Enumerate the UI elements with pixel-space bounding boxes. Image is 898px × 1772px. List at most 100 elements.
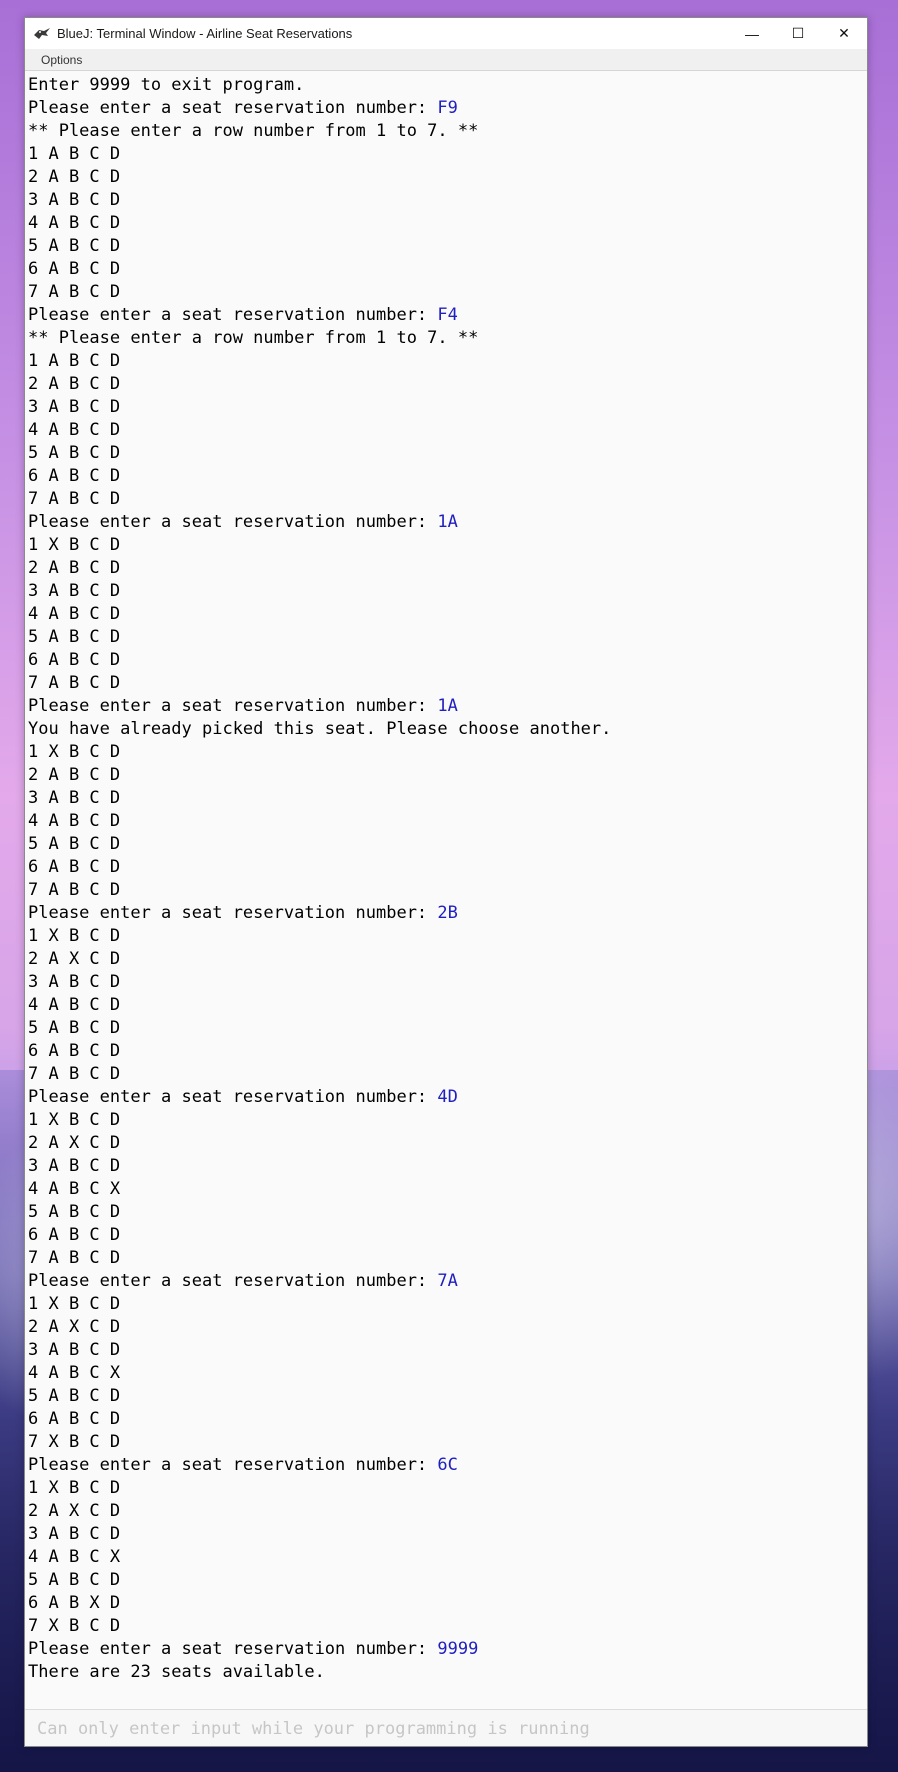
terminal-line: 5 A B C D — [28, 235, 864, 258]
maximize-button[interactable]: ☐ — [775, 18, 821, 49]
terminal-line-text: 6 A B C D — [28, 1041, 121, 1061]
terminal-line-text: Please enter a seat reservation number: — [28, 1639, 438, 1659]
terminal-output[interactable]: Enter 9999 to exit program. Please enter … — [28, 74, 864, 1677]
user-input-value: 2B — [437, 903, 458, 923]
terminal-line: 6 A B C D — [28, 1040, 864, 1063]
terminal-line-text: Please enter a seat reservation number: — [28, 1455, 438, 1475]
terminal-line-text: 4 A B C D — [28, 604, 121, 624]
terminal-line: 7 X B C D — [28, 1615, 864, 1638]
terminal-input-field[interactable] — [35, 1716, 859, 1742]
terminal-line-text: 7 A B C D — [28, 489, 121, 509]
terminal-line-text: 6 A B X D — [28, 1593, 121, 1613]
terminal-line-text: 1 X B C D — [28, 1478, 121, 1498]
terminal-line-text: 3 A B C D — [28, 788, 121, 808]
terminal-line-text: Please enter a seat reservation number: — [28, 98, 438, 118]
user-input-value: F4 — [437, 305, 458, 325]
terminal-line-text: 3 A B C D — [28, 1524, 121, 1544]
terminal-line: 2 A B C D — [28, 373, 864, 396]
maximize-icon: ☐ — [791, 25, 805, 41]
terminal-line: 2 A B C D — [28, 764, 864, 787]
terminal-line-text: There are 23 seats available. — [28, 1662, 325, 1677]
title-bar[interactable]: BlueJ: Terminal Window - Airline Seat Re… — [25, 18, 867, 49]
terminal-line: 1 X B C D — [28, 1109, 864, 1132]
terminal-line: 3 A B C D — [28, 1523, 864, 1546]
terminal-line-text: 7 X B C D — [28, 1616, 121, 1636]
terminal-line: Enter 9999 to exit program. — [28, 74, 864, 97]
terminal-line: 6 A B C D — [28, 1224, 864, 1247]
terminal-line-text: 1 A B C D — [28, 144, 121, 164]
terminal-line: 2 A X C D — [28, 1316, 864, 1339]
terminal-line: 4 A B C X — [28, 1546, 864, 1569]
terminal-line: 7 A B C D — [28, 672, 864, 695]
terminal-line-text: 5 A B C D — [28, 834, 121, 854]
terminal-line-text: 3 A B C D — [28, 1340, 121, 1360]
terminal-line-text: Please enter a seat reservation number: — [28, 696, 438, 716]
terminal-line: 5 A B C D — [28, 1569, 864, 1592]
terminal-line: 4 A B C D — [28, 810, 864, 833]
terminal-line: 6 A B X D — [28, 1592, 864, 1615]
terminal-line: 3 A B C D — [28, 971, 864, 994]
terminal-line: 5 A B C D — [28, 833, 864, 856]
terminal-line-text: 2 A B C D — [28, 558, 121, 578]
terminal-line-text: 7 X B C D — [28, 1432, 121, 1452]
user-input-value: 6C — [437, 1455, 458, 1475]
terminal-line: 4 A B C X — [28, 1362, 864, 1385]
terminal-line: 6 A B C D — [28, 856, 864, 879]
terminal-line-text: 6 A B C D — [28, 466, 121, 486]
user-input-value: 1A — [437, 512, 458, 532]
terminal-line-text: 5 A B C D — [28, 443, 121, 463]
terminal-line: 1 X B C D — [28, 1293, 864, 1316]
terminal-line: Please enter a seat reservation number: … — [28, 1270, 864, 1293]
terminal-line: 4 A B C D — [28, 419, 864, 442]
user-input-value: 9999 — [437, 1639, 479, 1659]
terminal-line-text: 2 A B C D — [28, 765, 121, 785]
terminal-line: 2 A X C D — [28, 1132, 864, 1155]
terminal-line: 1 A B C D — [28, 350, 864, 373]
minimize-button[interactable]: — — [729, 18, 775, 49]
terminal-line-text: 4 A B C D — [28, 811, 121, 831]
terminal-line: 4 A B C X — [28, 1178, 864, 1201]
terminal-line-text: 6 A B C D — [28, 1409, 121, 1429]
user-input-value: 4D — [437, 1087, 458, 1107]
terminal-line: Please enter a seat reservation number: … — [28, 1638, 864, 1661]
terminal-line: 1 X B C D — [28, 925, 864, 948]
terminal-line-text: ** Please enter a row number from 1 to 7… — [28, 328, 479, 348]
terminal-line-text: You have already picked this seat. Pleas… — [28, 719, 612, 739]
terminal-line-text: 2 A B C D — [28, 374, 121, 394]
terminal-line-text: 4 A B C D — [28, 420, 121, 440]
terminal-line-text: 3 A B C D — [28, 397, 121, 417]
terminal-line-text: Please enter a seat reservation number: — [28, 512, 438, 532]
terminal-line-text: 3 A B C D — [28, 1156, 121, 1176]
terminal-line-text: 1 X B C D — [28, 1110, 121, 1130]
terminal-line: 5 A B C D — [28, 1017, 864, 1040]
terminal-line: 3 A B C D — [28, 1155, 864, 1178]
terminal-line-text: 2 A X C D — [28, 949, 121, 969]
terminal-line-text: Please enter a seat reservation number: — [28, 903, 438, 923]
terminal-line: Please enter a seat reservation number: … — [28, 902, 864, 925]
terminal-line-text: 5 A B C D — [28, 1202, 121, 1222]
terminal-line-text: 5 A B C D — [28, 627, 121, 647]
terminal-line: You have already picked this seat. Pleas… — [28, 718, 864, 741]
terminal-line: 1 X B C D — [28, 1477, 864, 1500]
terminal-line: Please enter a seat reservation number: … — [28, 1454, 864, 1477]
terminal-line-text: 6 A B C D — [28, 857, 121, 877]
terminal-line: 5 A B C D — [28, 626, 864, 649]
window-controls: — ☐ ✕ — [729, 18, 867, 49]
terminal-line: 5 A B C D — [28, 1385, 864, 1408]
terminal-line: 2 A X C D — [28, 1500, 864, 1523]
terminal-line: 1 A B C D — [28, 143, 864, 166]
menu-options[interactable]: Options — [41, 53, 82, 67]
terminal-line-text: ** Please enter a row number from 1 to 7… — [28, 121, 479, 141]
terminal-line: 7 X B C D — [28, 1431, 864, 1454]
terminal-line: Please enter a seat reservation number: … — [28, 695, 864, 718]
terminal-line-text: 1 X B C D — [28, 535, 121, 555]
terminal-line-text: 7 A B C D — [28, 673, 121, 693]
input-bar — [25, 1709, 867, 1746]
terminal-line: Please enter a seat reservation number: … — [28, 1086, 864, 1109]
terminal-line: 4 A B C D — [28, 212, 864, 235]
terminal-line: 2 A B C D — [28, 557, 864, 580]
terminal-line: Please enter a seat reservation number: … — [28, 511, 864, 534]
minimize-icon: — — [745, 25, 759, 42]
close-button[interactable]: ✕ — [821, 18, 867, 49]
terminal-line: There are 23 seats available. — [28, 1661, 864, 1677]
